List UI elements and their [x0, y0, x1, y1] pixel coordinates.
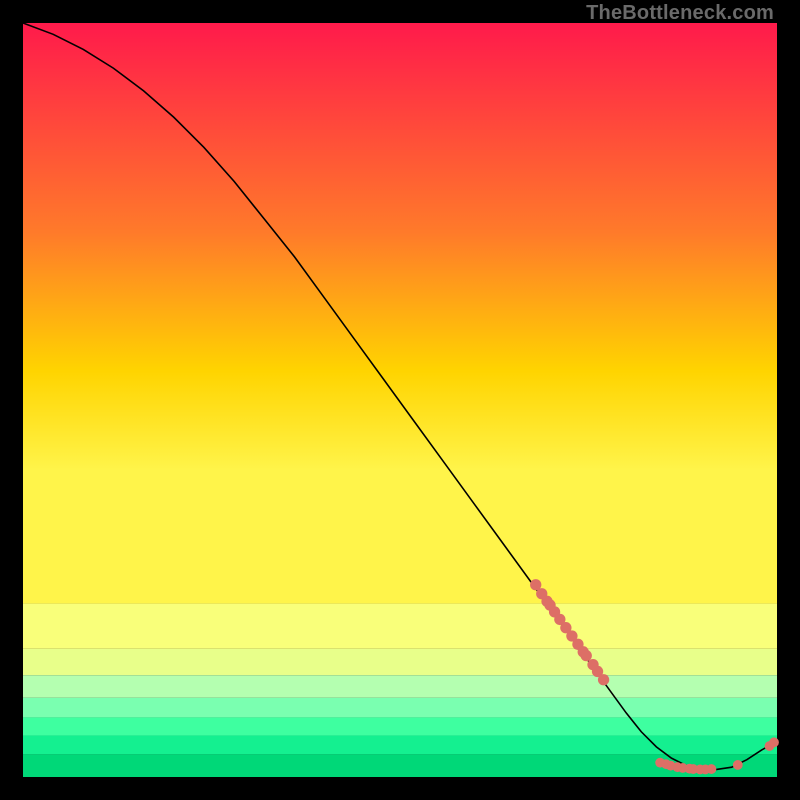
data-point: [581, 650, 592, 661]
watermark-text: TheBottleneck.com: [586, 2, 774, 25]
chart-frame: TheBottleneck.com: [0, 0, 800, 800]
plot-area: [23, 23, 777, 777]
chart-overlay: [23, 23, 777, 777]
data-point: [769, 737, 779, 747]
data-point: [733, 760, 743, 770]
bottleneck-curve: [23, 23, 774, 769]
data-point: [598, 674, 609, 685]
data-point: [707, 764, 717, 774]
data-points-upper: [530, 579, 609, 685]
